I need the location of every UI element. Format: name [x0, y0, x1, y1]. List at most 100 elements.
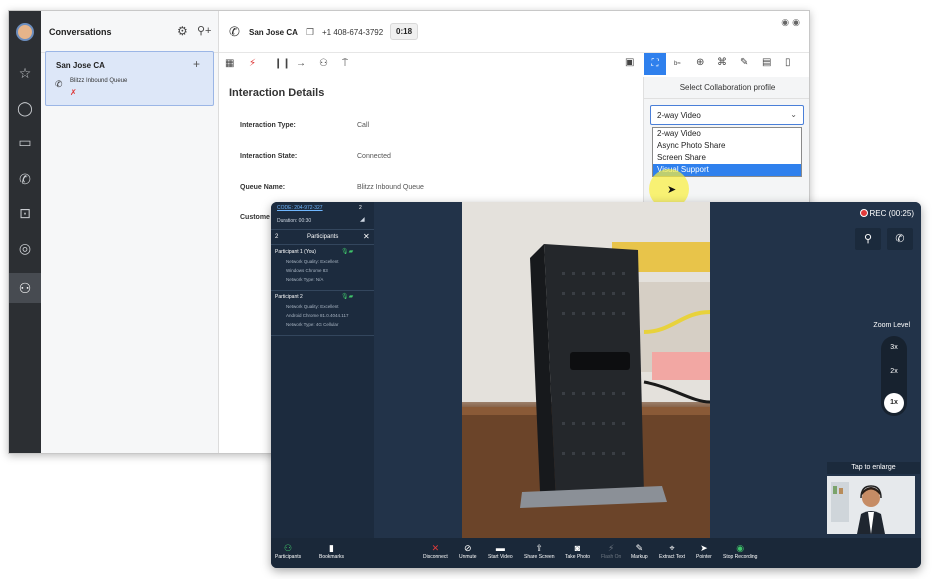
participant-name: Participant 2: [275, 294, 303, 300]
start-video-label: Start Video: [488, 554, 513, 560]
hold-icon[interactable]: ❙❙: [274, 58, 291, 69]
zoom-option[interactable]: 2x: [881, 368, 907, 375]
flash-on-button[interactable]: ⚡ Flash On: [601, 542, 621, 561]
conversation-card[interactable]: San Jose CA + ✆ Blitzz Inbound Queue ✗: [45, 51, 214, 106]
collaboration-title: Select Collaboration profile: [644, 77, 809, 99]
phone-icon[interactable]: ✆: [17, 171, 33, 187]
disconnect-button[interactable]: ✕ Disconnect: [423, 542, 448, 561]
participant-name: Participant 1 (You): [275, 249, 316, 255]
mic-muted-icon: ✗: [70, 88, 77, 97]
unmute-button[interactable]: ⊘ Unmute: [459, 542, 477, 561]
remote-video-stream[interactable]: [462, 202, 710, 538]
phone-plus-icon: ✆: [895, 233, 905, 245]
calendar-icon[interactable]: ▤: [762, 57, 771, 68]
scan-icon: ⌖: [669, 543, 675, 553]
markup-button[interactable]: ✎ Markup: [631, 542, 648, 561]
detail-value: Call: [357, 122, 370, 129]
conference-icon[interactable]: ⚇: [319, 58, 328, 69]
zoom-option-selected[interactable]: 1x: [884, 393, 904, 413]
help-icon[interactable]: ◎: [17, 240, 33, 256]
dialpad-icon[interactable]: ▦: [225, 58, 234, 69]
conversations-panel: Conversations ⚙ ⚲+ San Jose CA + ✆ Blitz…: [41, 11, 219, 453]
detail-value: Connected: [357, 153, 391, 160]
profile-icon[interactable]: ⊕: [696, 57, 704, 68]
bookmarks-button[interactable]: ▮ Bookmarks: [319, 542, 344, 561]
recording-badge: REC (00:25): [859, 209, 914, 218]
gear-icon[interactable]: ⚙: [177, 24, 188, 38]
mic-icon: 🎙▰: [341, 294, 354, 300]
call-transfer-button[interactable]: ✆: [887, 228, 913, 250]
pointer-button[interactable]: ➤ Pointer: [696, 542, 712, 561]
star-icon[interactable]: ☆: [17, 65, 33, 81]
agents-icon[interactable]: ⚇: [17, 280, 33, 296]
transfer-icon[interactable]: →: [296, 58, 306, 69]
collaboration-icon[interactable]: ⛶: [644, 53, 666, 75]
chat-icon[interactable]: ◯: [17, 100, 33, 116]
participant-item: Participant 2 🎙▰ Network Quality: Excell…: [271, 291, 374, 336]
detail-label: Interaction Type:: [240, 122, 296, 129]
plus-icon[interactable]: +: [193, 57, 200, 71]
pointer-label: Pointer: [696, 554, 712, 560]
zoom-slider[interactable]: 3x 2x 1x: [881, 336, 907, 416]
blitzz-icon[interactable]: b≈: [674, 61, 681, 67]
close-icon[interactable]: ✕: [363, 232, 370, 241]
copy-icon[interactable]: ❐: [306, 27, 314, 38]
pen-icon: ✎: [635, 543, 644, 553]
stop-recording-button[interactable]: ◉ Stop Recording: [723, 542, 757, 561]
take-photo-button[interactable]: ◙ Take Photo: [565, 542, 590, 561]
zoom-option[interactable]: 3x: [881, 344, 907, 351]
participant-detail: Android Chrome 81.0.4044.117: [286, 313, 349, 318]
participants-panel: CODE: 204-972-327 2 Duration: 00:30 ◢ 2 …: [271, 202, 374, 538]
markup-label: Markup: [631, 554, 648, 560]
inbox-icon[interactable]: ⊡: [17, 205, 33, 221]
add-participant-button[interactable]: ⚲: [855, 228, 881, 250]
extract-text-button[interactable]: ⌖ Extract Text: [659, 542, 685, 561]
start-video-button[interactable]: ▬ Start Video: [488, 542, 513, 561]
call-title: San Jose CA: [249, 28, 298, 37]
edit-icon[interactable]: ✎: [740, 57, 748, 68]
pointer-icon: ➤: [700, 543, 708, 553]
share-screen-button[interactable]: ⇪ Share Screen: [524, 542, 555, 561]
mic-off-icon: ⊘: [463, 543, 472, 553]
clipboard-icon[interactable]: ▯: [785, 57, 791, 68]
collab-option[interactable]: Async Photo Share: [653, 140, 801, 152]
collab-option[interactable]: Screen Share: [653, 152, 801, 164]
collab-option[interactable]: 2-way Video: [653, 128, 801, 140]
participants-icon: ⚇: [284, 543, 293, 553]
participants-count: 2: [275, 234, 279, 240]
flash-on-label: Flash On: [601, 554, 622, 560]
record-icon: [859, 209, 868, 217]
unmute-label: Unmute: [459, 554, 477, 560]
participants-header: 2 Participants ✕: [271, 229, 374, 245]
screen-icon[interactable]: ▣: [625, 57, 634, 68]
video-off-icon: ▬: [495, 543, 505, 553]
session-code-link[interactable]: CODE: 204-972-327: [277, 205, 323, 211]
collaboration-profile-select[interactable]: 2-way Video ⌄: [650, 105, 804, 125]
self-video-thumbnail[interactable]: [827, 476, 915, 534]
video-session-window: CODE: 204-972-327 2 Duration: 00:30 ◢ 2 …: [271, 202, 921, 568]
extract-text-label: Extract Text: [659, 554, 686, 560]
phone-icon: ✆: [55, 79, 63, 89]
conversations-title: Conversations: [49, 27, 112, 37]
add-user-icon[interactable]: ⚲+: [197, 24, 211, 37]
call-header: ✆ San Jose CA ❐ +1 408-674-3792 0:18 ◉◉: [219, 11, 809, 53]
close-icon: ✕: [431, 543, 440, 553]
conversation-card-queue: Blitzz Inbound Queue: [70, 78, 128, 84]
video-icon[interactable]: ▭: [17, 134, 33, 150]
participant-detail: Network Type: N/A: [286, 277, 324, 282]
detail-label: Queue Name:: [240, 184, 286, 191]
bookmark-icon: ▮: [329, 543, 334, 553]
nav-rail: ☆ ◯ ▭ ✆ ⊡ ◎ ⚇: [9, 11, 41, 453]
tap-to-enlarge-label: Tap to enlarge: [827, 462, 920, 474]
participant-detail: Network Type: 4G Cellular: [286, 322, 339, 327]
record-icon: ◉: [736, 543, 745, 553]
chevron-down-icon: ⌄: [790, 110, 797, 119]
window-controls-icon[interactable]: ◉◉: [781, 17, 803, 28]
link-icon[interactable]: ⌘: [717, 57, 727, 68]
agent-photo: [827, 476, 915, 534]
park-icon[interactable]: ⍑: [342, 58, 348, 69]
detail-label: Interaction State:: [240, 153, 298, 160]
avatar[interactable]: [16, 23, 34, 41]
participants-button[interactable]: ⚇ Participants: [275, 542, 301, 561]
mute-icon[interactable]: ⚡: [249, 58, 256, 69]
